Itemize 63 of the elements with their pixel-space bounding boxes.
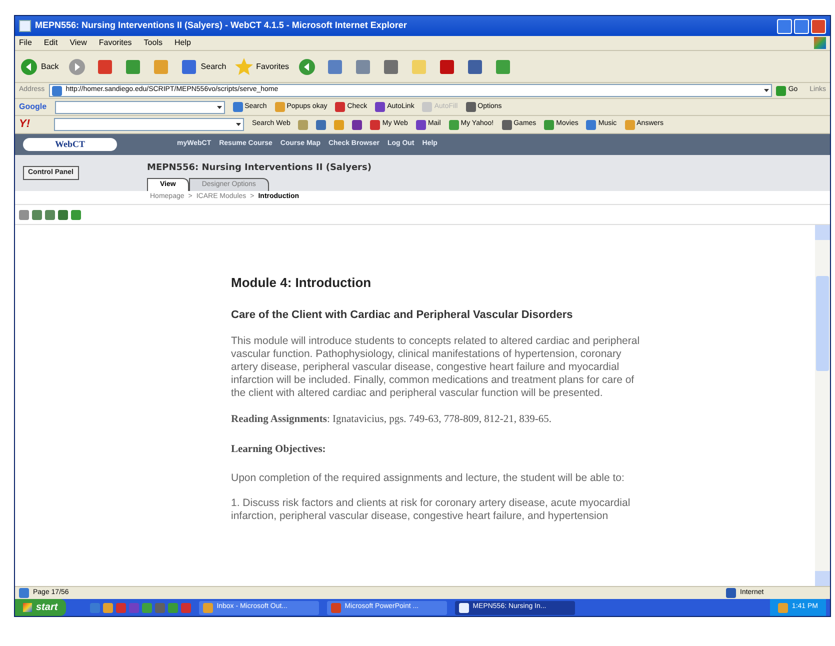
toolbar-icon — [624, 120, 635, 130]
body-paragraph: 1. Discuss risk factors and clients at risk for coronary artery disease, acute myocardial infarction, peripheral vascular disease, congestive heart failure, and hypertension — [231, 496, 632, 522]
menu-item[interactable]: File — [19, 37, 32, 49]
toolbar-button[interactable]: Search — [178, 56, 226, 76]
minimize-button[interactable] — [777, 18, 792, 34]
menu-item[interactable]: Help — [174, 37, 191, 49]
google-search-field[interactable] — [54, 100, 225, 114]
toolbar-button[interactable] — [66, 56, 87, 76]
quick-launch-icon — [168, 602, 178, 612]
quick-launch-icon — [154, 602, 165, 612]
google-logo[interactable]: Google — [19, 101, 47, 113]
toolbar-button[interactable]: Back — [19, 56, 59, 76]
module-subheading: Care of the Client with Cardiac and Peripheral Vascular Disorders — [231, 308, 574, 322]
body-paragraph: Upon completion of the required assignments and lecture, the student will be able to: — [231, 472, 626, 484]
windows-logo-icon — [814, 37, 826, 49]
app-icon — [202, 602, 213, 612]
menu-item[interactable]: Edit — [44, 37, 58, 49]
menu-item[interactable]: View — [70, 37, 87, 49]
quick-launch-icon — [90, 602, 100, 612]
start-button[interactable]: start — [15, 599, 66, 616]
toolbar-button[interactable]: Favorites — [234, 56, 290, 76]
star-icon — [234, 56, 254, 76]
toolbar-icon — [448, 120, 459, 130]
reading-assignments: Reading Assignments: Ignatavicius, pgs. 749-63, 778-809, 812-21, 839-65. — [231, 413, 553, 427]
menu-item[interactable]: Favorites — [98, 37, 132, 49]
toolbar-icon — [502, 120, 512, 130]
toolbar-icon — [586, 120, 596, 130]
caret-icon — [764, 89, 770, 92]
body-paragraph: This module will introduce students to concepts related to altered cardiac and peripheral vascular function. Pathophysiology, clinical manifestations of hypertension, coronary artery disease, peripheral vascular disease, congestive heart failure and myocardial infarction will be included. Finally, common medications and treatment plans for care of the client with altered cardiac and peripheral vascular function will be presented. — [231, 335, 641, 400]
yahoo-search-field[interactable] — [54, 118, 244, 131]
windows-logo-icon — [23, 603, 32, 612]
scrollbar[interactable] — [815, 225, 830, 586]
toolbar-icon — [232, 102, 243, 112]
window-title: MEPN556: Nursing Interventions II (Salyers) - WebCT 4.1.5 - Microsoft Internet Explorer — [35, 19, 407, 32]
forward-icon — [66, 56, 87, 76]
objectives-heading: Learning Objectives: — [231, 442, 327, 457]
toolbar-icon — [335, 102, 346, 112]
quick-launch-icon — [142, 602, 152, 612]
toolbar-icon — [422, 102, 432, 112]
quick-launch-icon — [116, 602, 126, 612]
quick-launch-icon — [128, 602, 139, 612]
tray-icon — [778, 602, 788, 612]
toolbar-icon — [370, 120, 380, 130]
webct-logo[interactable]: WebCT — [23, 138, 117, 152]
app-icon — [458, 602, 469, 612]
ie-icon — [19, 20, 31, 32]
maximize-button[interactable] — [794, 18, 809, 34]
toolbar-icon — [466, 102, 476, 112]
close-button[interactable] — [811, 18, 826, 34]
caret-icon — [216, 106, 222, 108]
module-heading: Module 4: Introduction — [231, 274, 372, 292]
toolbar-icon — [544, 120, 554, 130]
yahoo-logo[interactable]: Y! — [19, 116, 30, 133]
back-icon — [19, 56, 39, 76]
app-icon — [330, 602, 341, 612]
quick-launch-icon — [180, 602, 191, 612]
quick-launch-icon — [102, 602, 113, 612]
caret-icon — [236, 123, 241, 126]
menu-item[interactable]: Tools — [144, 37, 162, 49]
toolbar-icon — [274, 102, 285, 112]
toolbar-icon — [416, 120, 426, 130]
course-title: MEPN556: Nursing Interventions II (Salyers) — [147, 162, 372, 174]
toolbar-icon — [375, 102, 386, 112]
